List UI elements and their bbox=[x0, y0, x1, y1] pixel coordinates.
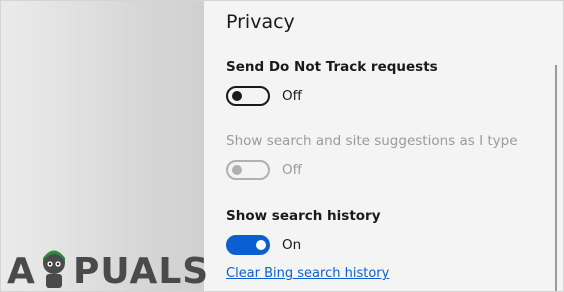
search-suggestions-state: Off bbox=[282, 162, 302, 178]
search-suggestions-label: Show search and site suggestions as I ty… bbox=[226, 133, 518, 149]
toggle-knob bbox=[232, 91, 242, 101]
svg-text:PUALS: PUALS bbox=[73, 251, 209, 291]
section-title-privacy: Privacy bbox=[226, 11, 295, 33]
clear-bing-history-link[interactable]: Clear Bing search history bbox=[226, 266, 389, 281]
search-suggestions-toggle bbox=[226, 160, 270, 180]
search-history-toggle[interactable] bbox=[226, 235, 270, 255]
appuals-watermark-logo: A PUALS bbox=[7, 250, 209, 291]
svg-text:A: A bbox=[7, 251, 36, 291]
search-history-label: Show search history bbox=[226, 208, 381, 224]
do-not-track-toggle[interactable] bbox=[226, 86, 270, 106]
do-not-track-state: Off bbox=[282, 88, 302, 104]
toggle-knob bbox=[256, 240, 266, 250]
toggle-knob bbox=[232, 165, 242, 175]
browser-settings-screenshot: Privacy Send Do Not Track requests Off S… bbox=[0, 0, 564, 292]
privacy-settings-pane: Privacy Send Do Not Track requests Off S… bbox=[204, 1, 563, 291]
scrollbar[interactable] bbox=[555, 65, 557, 291]
do-not-track-label: Send Do Not Track requests bbox=[226, 59, 438, 75]
search-history-state: On bbox=[282, 237, 302, 253]
